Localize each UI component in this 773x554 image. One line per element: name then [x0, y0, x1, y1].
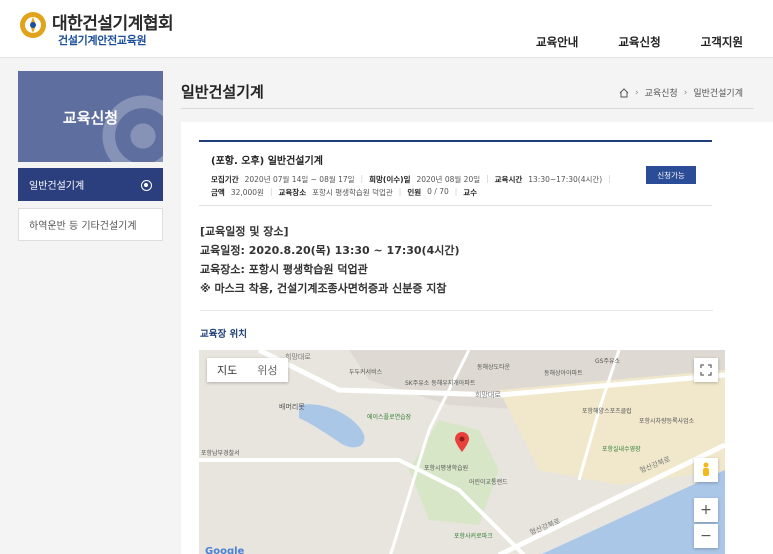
period-value: 2020년 07월 14일 ~ 08월 17일 [244, 175, 355, 184]
time-value: 13:30~17:30(4시간) [528, 175, 603, 184]
info-notice: ※ 마스크 착용, 건설기계조종사면허증과 신분증 지참 [200, 282, 447, 295]
map-label: 두두커서비스 [349, 369, 383, 376]
street-view-icon[interactable] [694, 458, 718, 482]
section-divider [200, 310, 713, 311]
info-place: 교육장소: 포항시 평생학습원 덕업관 [200, 263, 368, 276]
breadcrumb-item-current[interactable]: 일반건설기계 [693, 86, 743, 99]
main-nav: 교육안내 교육신청 고객지원 [536, 34, 743, 50]
course-summary: (포항. 오후) 일반건설기계 모집기간 2020년 07월 14일 ~ 08월… [199, 140, 712, 206]
selected-radio-icon [141, 180, 152, 191]
side-item-label: 하역운반 등 기타건설기계 [29, 221, 137, 232]
breadcrumb-item-apply[interactable]: 교육신청 [645, 86, 678, 99]
side-menu: 일반건설기계 하역운반 등 기타건설기계 [18, 168, 163, 241]
map-label: 동해상아아파트 [544, 370, 583, 377]
side-item-other-machinery[interactable]: 하역운반 등 기타건설기계 [18, 208, 163, 241]
apply-available-button[interactable]: 신청가능 [646, 166, 696, 184]
map-label: 에이스플로연습장 [367, 414, 412, 421]
side-banner-title: 교육신청 [62, 109, 119, 127]
location-map[interactable]: 동해상도타운 GS주유소 두두커서비스 SK주유소 동해우지개아파트 동해상아아… [199, 350, 725, 554]
side-item-general-machinery[interactable]: 일반건설기계 [18, 168, 163, 201]
side-banner: 교육신청 [18, 71, 163, 162]
meta-separator: | [486, 174, 489, 183]
zoom-out-button[interactable]: − [694, 524, 718, 548]
nav-item-education-apply[interactable]: 교육신청 [618, 34, 660, 50]
meta-separator: | [454, 187, 458, 196]
place-value: 포항시 평생학습원 덕업관 [312, 188, 393, 197]
fee-label: 금액 [211, 188, 225, 197]
nav-item-education-info[interactable]: 교육안내 [536, 34, 578, 50]
map-label: 포항시차량등록사업소 [639, 418, 695, 425]
map-label: GS주유소 [595, 358, 621, 365]
road-label: 희망대로 [475, 391, 501, 399]
map-label: 포항남부경찰서 [201, 450, 240, 457]
nav-item-customer-support[interactable]: 고객지원 [701, 34, 743, 50]
map-tab-map[interactable]: 지도 [207, 358, 247, 382]
course-info: [교육일정 및 장소] 교육일정: 2020.8.20(목) 13:30 ~ 1… [200, 222, 460, 298]
map-label: 어린이교통랜드 [469, 479, 508, 486]
meta-separator: | [269, 187, 273, 196]
date-label: 희망(이수)일 [369, 175, 411, 184]
logo-subtitle[interactable]: 건설기계안전교육원 [58, 32, 147, 48]
site-header: 대한건설기계협회 건설기계안전교육원 교육안내 교육신청 고객지원 [0, 0, 773, 58]
course-meta-row: 금액 32,000원 | 교육장소 포항시 평생학습원 덕업관 | 인원 0 /… [211, 187, 477, 198]
time-label: 교육시간 [494, 175, 523, 184]
count-label: 인원 [407, 188, 422, 197]
map-label: 포항해양스포츠클럽 [582, 408, 632, 415]
road-label: 희망대로 [285, 353, 311, 361]
period-label: 모집기간 [211, 175, 239, 184]
course-name: (포항. 오후) 일반건설기계 [211, 156, 323, 167]
fee-value: 32,000원 [230, 188, 264, 197]
date-value: 2020년 08월 20일 [416, 175, 481, 184]
google-logo: Google [205, 546, 245, 554]
zoom-in-button[interactable]: + [694, 498, 718, 522]
breadcrumb-separator-icon: › [634, 87, 639, 98]
location-pin-icon[interactable] [455, 432, 469, 452]
breadcrumb-separator-icon: › [683, 87, 688, 98]
map-label: 배머리못 [279, 403, 305, 411]
map-label: 동해상도타운 [477, 364, 511, 371]
map-label: 포항시평생학습원 [424, 465, 469, 472]
side-item-label: 일반건설기계 [29, 181, 85, 192]
count-value: 0 / 70 [427, 187, 449, 196]
content-card: (포항. 오후) 일반건설기계 모집기간 2020년 07월 14일 ~ 08월… [181, 122, 773, 554]
location-title: 교육장 위치 [200, 329, 248, 340]
title-divider [181, 108, 754, 109]
meta-separator: | [398, 187, 402, 196]
map-tab-satellite[interactable]: 위성 [247, 358, 287, 382]
info-heading: [교육일정 및 장소] [200, 225, 289, 238]
logo-title[interactable]: 대한건설기계협회 [52, 9, 174, 34]
teacher-label: 교수 [463, 188, 478, 197]
association-logo-icon[interactable] [18, 10, 48, 40]
home-icon[interactable] [619, 87, 629, 98]
place-label: 교육장소 [278, 188, 307, 197]
meta-separator: | [360, 174, 364, 183]
fullscreen-icon[interactable] [694, 358, 718, 382]
meta-separator: | [608, 174, 611, 183]
info-schedule: 교육일정: 2020.8.20(목) 13:30 ~ 17:30(4시간) [200, 244, 460, 257]
map-label: 포항실내수영장 [602, 446, 641, 453]
page-title: 일반건설기계 [181, 83, 264, 101]
breadcrumb: › 교육신청 › 일반건설기계 [619, 86, 743, 99]
course-meta-row: 모집기간 2020년 07월 14일 ~ 08월 17일 | 희망(이수)일 2… [211, 174, 611, 185]
map-type-tabs: 지도 위성 [207, 358, 288, 382]
map-label: SK주유소 동해우지개아파트 [405, 380, 476, 387]
map-label: 포항사커로파크 [454, 533, 493, 540]
